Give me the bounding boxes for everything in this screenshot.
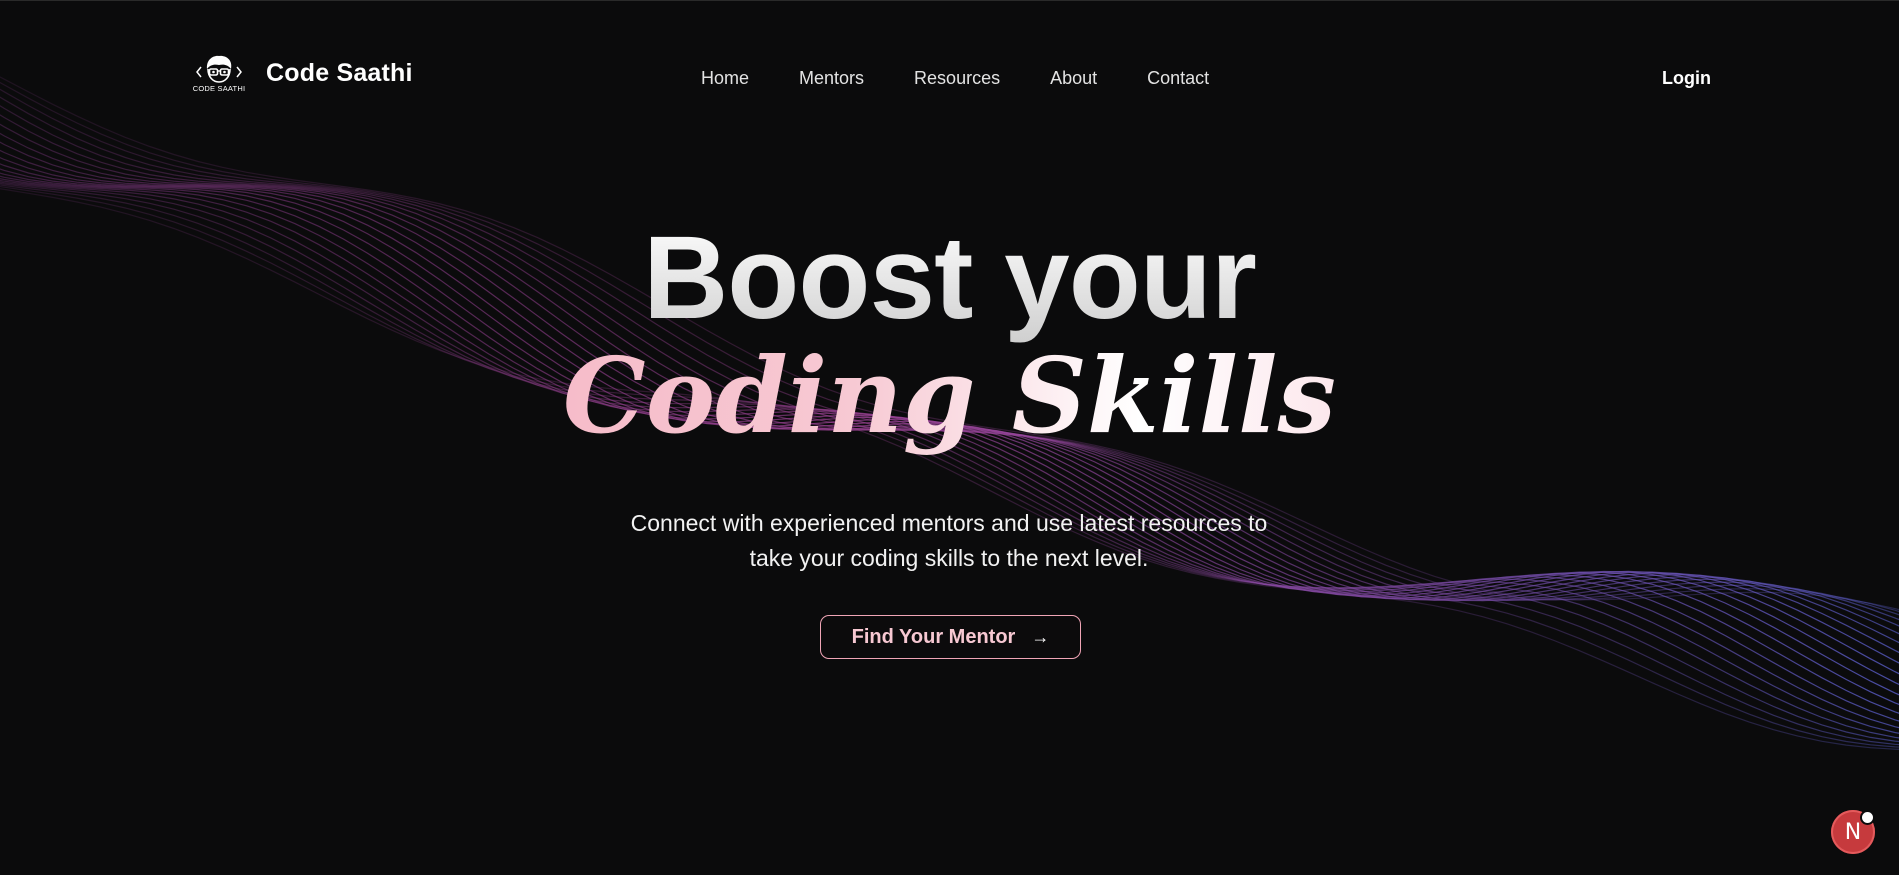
brand-name: Code Saathi <box>266 58 413 87</box>
hero-subtitle-line2: take your coding skills to the next leve… <box>749 545 1149 571</box>
next-logo-icon: N <box>1844 819 1862 845</box>
hero-subtitle-line1: Connect with experienced mentors and use… <box>630 510 1268 536</box>
find-mentor-button[interactable]: Find Your Mentor → <box>820 615 1081 659</box>
hero-title: Boost your <box>0 213 1899 343</box>
nav-contact[interactable]: Contact <box>1147 68 1209 89</box>
hero-subtitle: Connect with experienced mentors and use… <box>599 506 1299 576</box>
brand-link[interactable]: CODE SAATHI Code Saathi <box>188 53 413 93</box>
coder-logo-icon: CODE SAATHI <box>188 53 250 93</box>
next-dev-indicator-button[interactable]: N <box>1831 810 1875 854</box>
status-dot <box>1860 810 1875 825</box>
page: CODE SAATHI Code Saathi Home Mentors Res… <box>0 0 1899 875</box>
site-header: CODE SAATHI Code Saathi Home Mentors Res… <box>0 1 1899 156</box>
nav-mentors[interactable]: Mentors <box>799 68 864 89</box>
nav-about[interactable]: About <box>1050 68 1097 89</box>
login-button[interactable]: Login <box>1662 68 1711 89</box>
hero-title-script: Coding Skills <box>0 331 1899 461</box>
find-mentor-label: Find Your Mentor <box>851 625 1016 648</box>
logo-caption: CODE SAATHI <box>192 84 246 93</box>
main-nav: Home Mentors Resources About Contact <box>701 68 1209 89</box>
nav-home[interactable]: Home <box>701 68 749 89</box>
nav-resources[interactable]: Resources <box>914 68 1000 89</box>
arrow-right-icon: → <box>1031 626 1050 647</box>
